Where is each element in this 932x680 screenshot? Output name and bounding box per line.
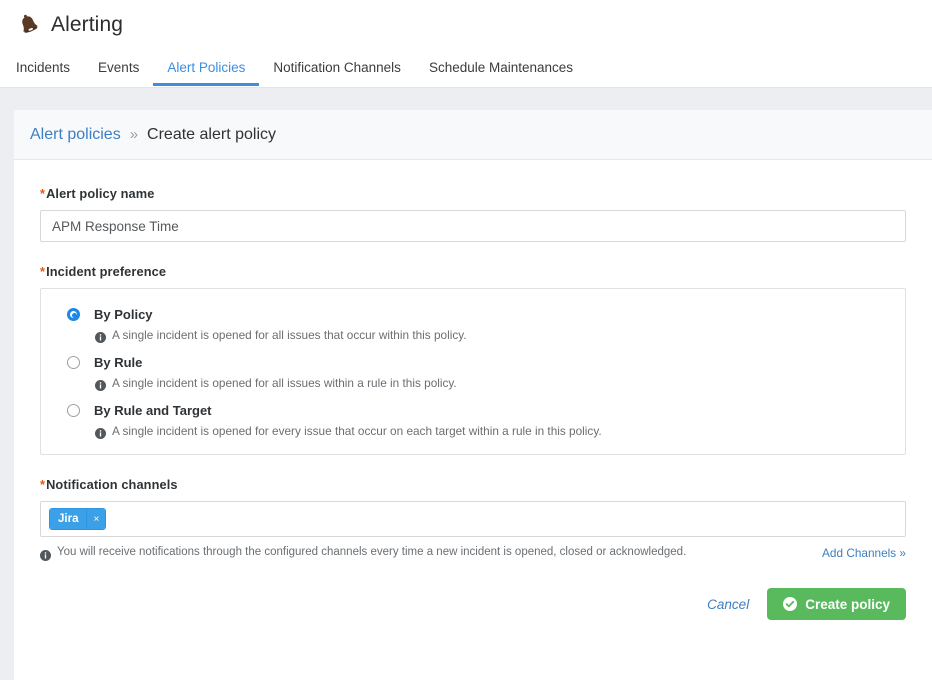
tab-incidents-label: Incidents — [16, 59, 71, 75]
tab-schedule-maintenances[interactable]: Schedule Maintenances — [415, 59, 587, 87]
radio-row: By Policy — [67, 307, 905, 322]
incident-preference-required-marker: * — [40, 264, 46, 279]
app-title-row: Alerting — [16, 0, 932, 44]
radio-by-policy-description-text: A single incident is opened for all issu… — [112, 328, 467, 342]
alerting-page: Alerting Incidents Events Alert Policies… — [0, 0, 932, 680]
incident-preference-label: *Incident preference — [40, 264, 906, 279]
info-icon — [95, 330, 106, 343]
radio-by-policy-label: By Policy — [94, 307, 153, 322]
policy-name-required-marker: * — [40, 186, 46, 201]
cancel-button[interactable]: Cancel — [707, 597, 749, 612]
channel-tag-jira-remove-icon[interactable]: × — [87, 509, 106, 529]
incident-preference-label-text: Incident preference — [46, 264, 167, 279]
radio-option-by-policy[interactable]: By Policy A single incident is opened fo… — [41, 303, 905, 351]
radio-option-by-rule-and-target[interactable]: By Rule and Target A single incident is … — [41, 399, 905, 440]
breadcrumb-current: Create alert policy — [147, 125, 276, 143]
create-policy-button[interactable]: Create policy — [767, 588, 906, 620]
radio-by-rule-description: A single incident is opened for all issu… — [95, 376, 905, 391]
incident-preference-radio-group: By Policy A single incident is opened fo… — [40, 288, 906, 455]
policy-name-label: *Alert policy name — [40, 186, 906, 201]
tab-incidents[interactable]: Incidents — [16, 59, 84, 87]
radio-by-policy-description: A single incident is opened for all issu… — [95, 328, 905, 343]
radio-by-rule-and-target-label: By Rule and Target — [94, 403, 212, 418]
create-alert-policy-form: *Alert policy name *Incident preference … — [14, 160, 932, 630]
radio-by-rule-label: By Rule — [94, 355, 143, 370]
app-title: Alerting — [51, 13, 124, 36]
tab-events[interactable]: Events — [84, 59, 153, 87]
info-icon — [40, 548, 51, 561]
radio-by-rule-and-target-input[interactable] — [67, 404, 80, 417]
notification-channels-helper: You will receive notifications through t… — [40, 546, 687, 561]
check-circle-icon — [783, 597, 798, 611]
breadcrumb-parent-link[interactable]: Alert policies — [30, 126, 121, 144]
info-icon — [95, 378, 106, 391]
content-card: Alert policies » Create alert policy *Al… — [14, 110, 932, 680]
radio-by-rule-input[interactable] — [67, 356, 80, 369]
policy-name-label-text: Alert policy name — [46, 186, 155, 201]
notification-channels-required-marker: * — [40, 477, 46, 492]
notification-channels-tag-input[interactable]: Jira × — [40, 501, 906, 537]
breadcrumb-separator-icon: » — [129, 126, 139, 143]
radio-by-rule-description-text: A single incident is opened for all issu… — [112, 376, 457, 390]
tab-alert-policies-label: Alert Policies — [167, 59, 246, 75]
radio-option-by-rule[interactable]: By Rule A single incident is opened for … — [41, 351, 905, 399]
channel-tag-jira: Jira × — [49, 508, 107, 530]
radio-by-rule-and-target-description: A single incident is opened for every is… — [95, 424, 905, 439]
policy-name-input[interactable] — [40, 210, 906, 242]
info-icon — [95, 426, 106, 439]
form-actions: Cancel Create policy — [40, 588, 906, 630]
radio-by-rule-and-target-description-text: A single incident is opened for every is… — [112, 424, 602, 438]
breadcrumb: Alert policies » Create alert policy — [14, 110, 932, 160]
tab-notification-channels[interactable]: Notification Channels — [259, 59, 415, 87]
radio-row: By Rule — [67, 355, 905, 370]
add-channels-link[interactable]: Add Channels » — [822, 546, 906, 560]
notification-channels-label: *Notification channels — [40, 477, 906, 492]
tab-events-label: Events — [98, 59, 140, 75]
radio-by-policy-input[interactable] — [67, 308, 80, 321]
app-header: Alerting Incidents Events Alert Policies… — [0, 0, 932, 88]
tab-schedule-maintenances-label: Schedule Maintenances — [428, 59, 574, 75]
channel-tag-jira-label: Jira — [50, 509, 88, 529]
radio-row: By Rule and Target — [67, 403, 905, 418]
main-nav-tabs: Incidents Events Alert Policies Notifica… — [16, 44, 932, 86]
bell-icon — [16, 12, 42, 38]
tab-notification-channels-label: Notification Channels — [273, 59, 401, 75]
notification-channels-helper-row: You will receive notifications through t… — [40, 546, 906, 561]
create-policy-button-label: Create policy — [805, 596, 890, 612]
notification-channels-label-text: Notification channels — [46, 477, 178, 492]
notification-channels-helper-text: You will receive notifications through t… — [57, 546, 687, 558]
tab-alert-policies[interactable]: Alert Policies — [153, 59, 260, 87]
